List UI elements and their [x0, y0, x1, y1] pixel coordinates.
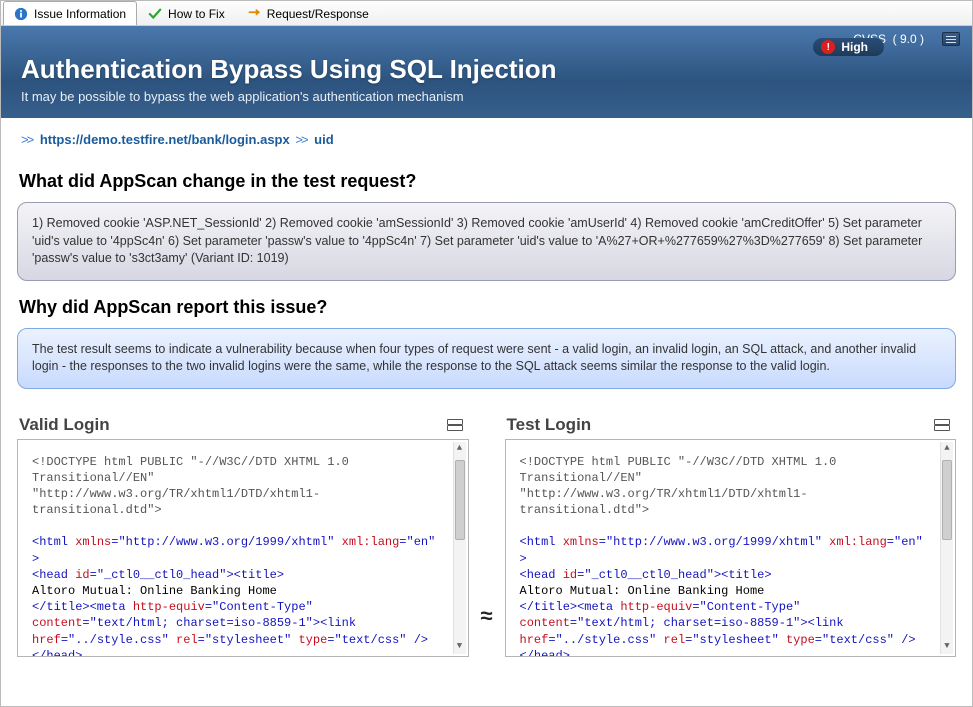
breadcrumb: >> https://demo.testfire.net/bank/login.…	[13, 118, 960, 155]
issue-title: Authentication Bypass Using SQL Injectio…	[21, 54, 952, 85]
tab-label: Issue Information	[34, 7, 126, 21]
valid-login-column: Valid Login <!DOCTYPE html PUBLIC "-//W3…	[17, 415, 469, 657]
severity-label: High	[841, 40, 868, 54]
tab-request-response[interactable]: Request/Response	[236, 1, 380, 25]
severity-badge[interactable]: ! High	[813, 38, 884, 56]
scrollbar[interactable]: ▲▼	[940, 442, 953, 654]
scroll-up-icon[interactable]: ▲	[941, 442, 953, 456]
tab-issue-information[interactable]: Issue Information	[3, 1, 137, 25]
chevron-icon: >>	[21, 132, 32, 147]
section-title-changed: What did AppScan change in the test requ…	[19, 171, 954, 192]
issue-subtitle: It may be possible to bypass the web app…	[21, 89, 952, 104]
approx-symbol: ≈	[469, 415, 505, 657]
scroll-thumb[interactable]	[942, 460, 952, 540]
info-icon	[14, 7, 28, 21]
check-icon	[148, 7, 162, 21]
issue-header: ! High CVSS ( 9.0 ) Authentication Bypas…	[1, 26, 972, 118]
tab-bar: Issue Information How to Fix Request/Res…	[1, 1, 972, 26]
chevron-icon: >>	[295, 132, 306, 147]
breadcrumb-url[interactable]: https://demo.testfire.net/bank/login.asp…	[40, 132, 290, 147]
scroll-thumb[interactable]	[455, 460, 465, 540]
tab-label: Request/Response	[267, 7, 369, 21]
alert-icon: !	[821, 40, 835, 54]
test-login-code[interactable]: <!DOCTYPE html PUBLIC "-//W3C//DTD XHTML…	[505, 439, 957, 657]
compare-row: Valid Login <!DOCTYPE html PUBLIC "-//W3…	[13, 415, 960, 657]
valid-login-code[interactable]: <!DOCTYPE html PUBLIC "-//W3C//DTD XHTML…	[17, 439, 469, 657]
column-title: Valid Login	[19, 415, 110, 435]
menu-icon[interactable]	[942, 32, 960, 46]
breadcrumb-param[interactable]: uid	[314, 132, 334, 147]
content-area: ! High CVSS ( 9.0 ) Authentication Bypas…	[1, 26, 972, 706]
test-login-column: Test Login <!DOCTYPE html PUBLIC "-//W3C…	[505, 415, 957, 657]
tab-label: How to Fix	[168, 7, 225, 21]
tab-how-to-fix[interactable]: How to Fix	[137, 1, 236, 25]
changed-box: 1) Removed cookie 'ASP.NET_SessionId' 2)…	[17, 202, 956, 281]
section-title-why: Why did AppScan report this issue?	[19, 297, 954, 318]
view-toggle-icon[interactable]	[934, 419, 950, 431]
request-response-icon	[247, 7, 261, 21]
header-topright: ! High CVSS ( 9.0 )	[853, 32, 960, 46]
view-toggle-icon[interactable]	[447, 419, 463, 431]
column-title: Test Login	[507, 415, 592, 435]
scroll-down-icon[interactable]: ▼	[941, 640, 953, 654]
scroll-up-icon[interactable]: ▲	[454, 442, 466, 456]
scroll-down-icon[interactable]: ▼	[454, 640, 466, 654]
why-box: The test result seems to indicate a vuln…	[17, 328, 956, 389]
scrollbar[interactable]: ▲▼	[453, 442, 466, 654]
